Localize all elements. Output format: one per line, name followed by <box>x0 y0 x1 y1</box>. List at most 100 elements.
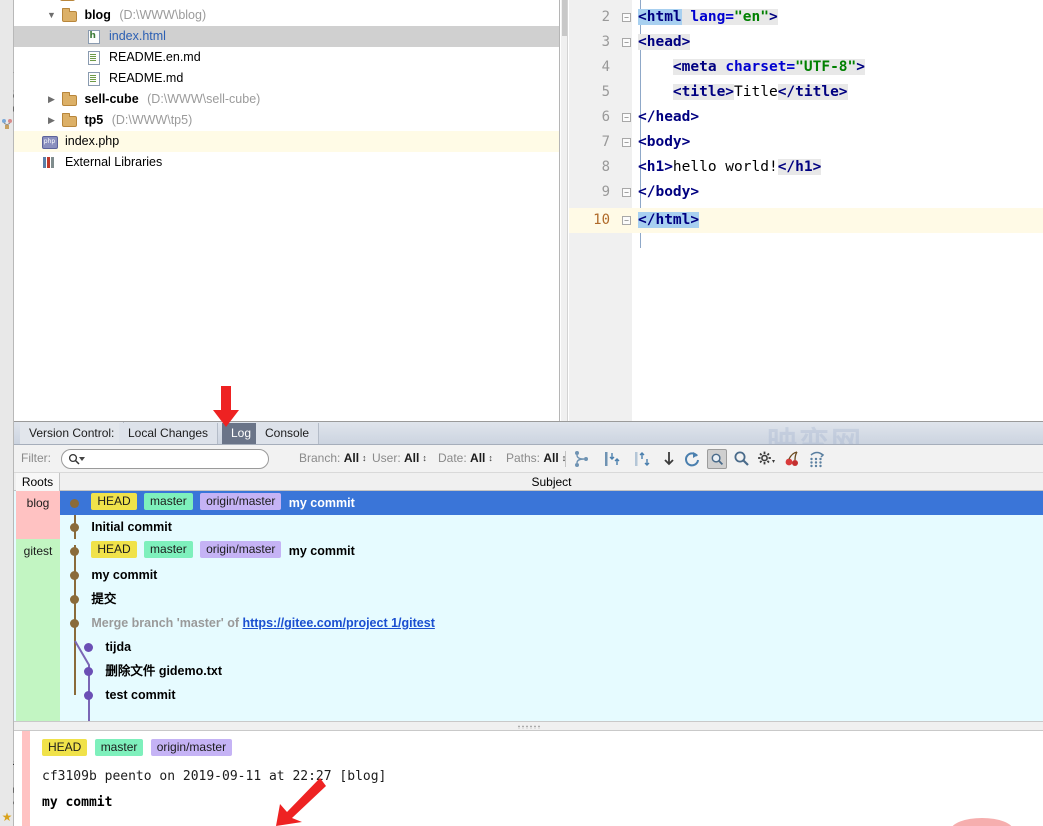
commit-row-4[interactable]: 提交 <box>60 587 1043 611</box>
code-line-7[interactable]: <body> <box>638 130 690 155</box>
commit-row-8[interactable]: test commit <box>60 683 1043 707</box>
column-header-subject[interactable]: Subject <box>60 473 1043 491</box>
show-branch-graph-icon[interactable] <box>572 449 592 469</box>
ref-chip-local[interactable]: master <box>144 493 193 510</box>
ref-chip-remote[interactable]: origin/master <box>150 739 233 756</box>
code-line-10[interactable]: </html> <box>638 208 700 233</box>
code-line-3[interactable]: <head> <box>638 30 691 55</box>
ref-chip-local[interactable]: master <box>94 739 144 756</box>
log-filter-bar: Filter: Branch: All ↕ User: All ↕ Date: Al… <box>14 445 1043 473</box>
commit-row-7[interactable]: 删除文件 gidemo.txt <box>60 659 1043 683</box>
search-commits-icon[interactable] <box>732 449 752 469</box>
code-editor-panel[interactable]: 1 2 − <html lang="en"> 3 − <head> 4 <met… <box>561 0 1043 421</box>
tool-strip-structure: 7: Structure <box>0 0 24 421</box>
splitter-grip[interactable] <box>516 725 541 729</box>
tree-row-blog[interactable]: ▼ blog (D:\WWW\blog) <box>14 5 559 26</box>
commit-subject: 删除文件 gidemo.txt <box>105 664 223 678</box>
fold-toggle-icon[interactable]: − <box>622 113 631 122</box>
code-line-4[interactable]: <meta charset="UTF-8"> <box>638 55 865 80</box>
filter-label: Filter: <box>21 451 51 465</box>
editor-left-scrollbar[interactable] <box>561 0 568 421</box>
code-line-5[interactable]: <title>Title</title> <box>638 80 848 105</box>
commit-row-6[interactable]: tijda <box>60 635 1043 659</box>
commit-subject: 提交 <box>91 592 117 606</box>
chevron-right-icon[interactable]: ▶ <box>45 110 57 131</box>
branch-filter-dropdown[interactable]: Branch: All ↕ <box>299 451 367 465</box>
tree-row-sell-cube[interactable]: ▶ sell-cube (D:\WWW\sell-cube) <box>14 89 559 110</box>
ref-chip-head[interactable]: HEAD <box>91 493 137 510</box>
ref-chip-remote[interactable]: origin/master <box>200 541 282 558</box>
spinner-icon[interactable]: ↕ <box>422 454 427 463</box>
commit-subject: test commit <box>105 688 176 702</box>
filter-search-box[interactable] <box>61 449 269 469</box>
project-tree-panel[interactable]: ▼ ▼ blog (D:\WWW\blog) index.html README… <box>14 0 560 421</box>
tab-console[interactable]: Console <box>256 423 320 444</box>
tree-row-readme-md[interactable]: README.md <box>14 68 559 89</box>
intellisort-icon[interactable] <box>807 449 827 469</box>
filter-search-input[interactable] <box>87 451 262 467</box>
expand-all-icon[interactable] <box>632 449 652 469</box>
line-number-current: 10 <box>593 212 610 228</box>
refresh-icon[interactable] <box>682 449 702 469</box>
commit-log-table[interactable]: blog gitest HEAD master origin/master my… <box>14 491 1043 721</box>
gear-icon[interactable] <box>756 449 776 469</box>
paths-filter-value: All <box>543 451 559 465</box>
detail-root-stripe <box>22 731 30 826</box>
cherry-pick-icon[interactable] <box>782 449 802 469</box>
highlight-my-commits-icon[interactable] <box>707 449 727 469</box>
code-line-8[interactable]: <h1>hello world!</h1> <box>638 155 822 180</box>
commit-subject: tijda <box>105 640 132 654</box>
tree-row-external-libraries[interactable]: External Libraries <box>14 152 559 173</box>
ref-chip-remote[interactable]: origin/master <box>200 493 282 510</box>
commit-detail-panel[interactable]: HEAD master origin/master cf3109b peento… <box>14 731 1043 826</box>
paths-filter-label: Paths: <box>506 451 541 465</box>
tree-row-readme-en-md[interactable]: README.en.md <box>14 47 559 68</box>
tree-row-tp5[interactable]: ▶ tp5 (D:\WWW\tp5) <box>14 110 559 131</box>
commit-subject-link[interactable]: https://gitee.com/project 1/gitest <box>242 616 434 630</box>
commit-message: my commit <box>42 795 113 810</box>
root-cell-blog: blog <box>16 491 60 539</box>
spinner-icon[interactable]: ↕ <box>362 454 367 463</box>
code-line-6[interactable]: </head> <box>638 105 699 130</box>
collapse-all-icon[interactable] <box>602 449 622 469</box>
fold-toggle-icon[interactable]: − <box>622 138 631 147</box>
fold-toggle-icon[interactable]: − <box>622 188 631 197</box>
column-header-roots[interactable]: Roots <box>16 473 60 491</box>
root-label: gitest <box>23 544 53 558</box>
toolbar-separator <box>565 451 566 467</box>
fold-toggle-icon[interactable]: − <box>622 13 631 22</box>
chevron-down-icon[interactable]: ▼ <box>45 5 57 26</box>
date-filter-dropdown[interactable]: Date: All ↕ <box>438 451 493 465</box>
commit-dot-icon <box>70 523 79 532</box>
chevron-right-icon[interactable]: ▶ <box>45 89 57 110</box>
commit-row-2[interactable]: HEAD master origin/master my commit <box>60 539 1043 563</box>
commit-row-3[interactable]: my commit <box>60 563 1043 587</box>
line-number: 7 <box>601 134 610 150</box>
fold-toggle-icon[interactable]: − <box>622 216 631 225</box>
commit-subject: Merge branch 'master' of <box>91 616 243 630</box>
spinner-icon[interactable]: ↕ <box>488 454 493 463</box>
ref-chip-head[interactable]: HEAD <box>91 541 137 558</box>
code-line-2[interactable]: <html lang="en"> <box>638 5 778 30</box>
scrollbar-thumb[interactable] <box>562 0 567 36</box>
paths-filter-dropdown[interactable]: Paths: All ↕ <box>506 451 566 465</box>
commit-row-1[interactable]: Initial commit <box>60 515 1043 539</box>
folder-icon <box>61 113 77 127</box>
line-number: 5 <box>601 84 610 100</box>
chevron-down-icon[interactable] <box>79 457 85 461</box>
commit-row-0[interactable]: HEAD master origin/master my commit <box>60 491 1043 515</box>
tree-row-index-html[interactable]: index.html <box>14 26 559 47</box>
commit-row-5[interactable]: Merge branch 'master' of https://gitee.c… <box>60 611 1043 635</box>
ref-chip-head[interactable]: HEAD <box>42 739 88 756</box>
ref-chip-local[interactable]: master <box>144 541 193 558</box>
version-control-title: Version Control: <box>20 422 125 444</box>
tool-strip-favorites: 2: Favorites ★ <box>0 421 24 826</box>
tab-local-changes[interactable]: Local Changes <box>119 423 219 444</box>
user-filter-dropdown[interactable]: User: All ↕ <box>372 451 427 465</box>
code-line-9[interactable]: </body> <box>638 180 699 205</box>
tree-row-index-php[interactable]: index.php <box>14 131 559 152</box>
fold-toggle-icon[interactable]: − <box>622 38 631 47</box>
go-to-child-commit-icon[interactable] <box>659 449 679 469</box>
date-filter-label: Date: <box>438 451 467 465</box>
log-detail-splitter[interactable] <box>14 721 1043 731</box>
